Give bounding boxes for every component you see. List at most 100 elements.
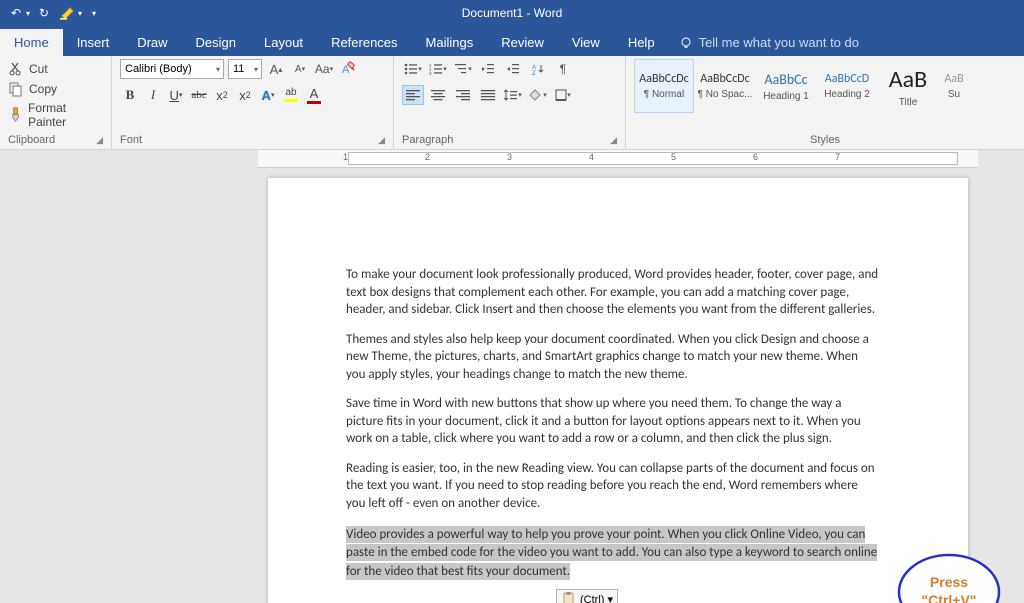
tell-me-search[interactable]: Tell me what you want to do — [669, 29, 869, 56]
svg-text:3: 3 — [429, 71, 432, 75]
font-size-select[interactable]: 11▾ — [228, 59, 262, 79]
ruler-tick: 3 — [507, 152, 512, 162]
numbering-button[interactable]: 123▾ — [427, 59, 449, 79]
align-center-button[interactable] — [427, 85, 449, 105]
highlighter-qat-icon[interactable] — [58, 3, 78, 23]
justify-button[interactable] — [477, 85, 499, 105]
tab-draw[interactable]: Draw — [123, 29, 181, 56]
page[interactable]: To make your document look professionall… — [268, 178, 968, 603]
paragraph-launcher[interactable]: ◢ — [610, 135, 617, 146]
change-case-button[interactable]: Aa▾ — [314, 59, 334, 79]
clipboard-launcher[interactable]: ◢ — [96, 135, 103, 146]
align-left-button[interactable] — [402, 85, 424, 105]
grow-font-button[interactable]: A▴ — [266, 59, 286, 79]
highlighter-dropdown[interactable]: ▾ — [78, 9, 82, 18]
tell-me-label: Tell me what you want to do — [699, 35, 859, 50]
bullets-button[interactable]: ▾ — [402, 59, 424, 79]
group-styles: AaBbCcDc¶ Normal AaBbCcDc¶ No Spac... Aa… — [626, 56, 1024, 149]
style-heading-2[interactable]: AaBbCcDHeading 2 — [817, 59, 877, 113]
paragraph-label: Paragraph — [402, 134, 453, 146]
undo-dropdown[interactable]: ▾ — [26, 9, 30, 18]
bold-button[interactable]: B — [120, 85, 140, 105]
tab-insert[interactable]: Insert — [63, 29, 124, 56]
brush-icon — [8, 107, 23, 123]
undo-button[interactable]: ↶ — [6, 3, 26, 23]
ruler-tick: 6 — [753, 152, 758, 162]
shading-button[interactable]: ▾ — [527, 85, 549, 105]
paragraph-1[interactable]: To make your document look professionall… — [346, 266, 880, 319]
paragraph-3[interactable]: Save time in Word with new buttons that … — [346, 395, 880, 448]
redo-button[interactable]: ↻ — [34, 3, 54, 23]
align-right-button[interactable] — [452, 85, 474, 105]
styles-label: Styles — [810, 134, 840, 146]
group-font: Calibri (Body)▾ 11▾ A▴ A▾ Aa▾ A B I U▾ a… — [112, 56, 394, 149]
superscript-button[interactable]: x2 — [235, 85, 255, 105]
style-title[interactable]: AaBTitle — [878, 59, 938, 113]
increase-indent-button[interactable] — [502, 59, 524, 79]
font-family-select[interactable]: Calibri (Body)▾ — [120, 59, 224, 79]
show-hide-button[interactable]: ¶ — [552, 59, 574, 79]
tab-review[interactable]: Review — [487, 29, 558, 56]
callout-line1: Press — [910, 574, 988, 592]
tab-layout[interactable]: Layout — [250, 29, 317, 56]
group-paragraph: ▾ 123▾ ▾ AZ ¶ ▾ ▾ ▾ Paragraph ◢ — [394, 56, 626, 149]
copy-icon — [8, 81, 24, 97]
strike-button[interactable]: abc — [189, 85, 209, 105]
sort-button[interactable]: AZ — [527, 59, 549, 79]
style-normal[interactable]: AaBbCcDc¶ Normal — [634, 59, 694, 113]
tab-mailings[interactable]: Mailings — [412, 29, 488, 56]
group-clipboard: Cut Copy Format Painter Clipboard ◢ — [0, 56, 112, 149]
scissors-icon — [8, 61, 24, 77]
paste-options-button[interactable]: (Ctrl) ▾ — [556, 589, 618, 603]
subscript-button[interactable]: x2 — [212, 85, 232, 105]
paste-icon — [561, 591, 577, 603]
copy-button[interactable]: Copy — [8, 79, 103, 99]
window-title: Document1 - Word — [462, 6, 562, 20]
quick-access-toolbar: ↶ ▾ ↻ ▾ ▾ — [0, 3, 96, 23]
underline-button[interactable]: U▾ — [166, 85, 186, 105]
callout-line2: "Ctrl+V" — [910, 592, 988, 603]
multilevel-button[interactable]: ▾ — [452, 59, 474, 79]
tab-design[interactable]: Design — [182, 29, 250, 56]
line-spacing-button[interactable]: ▾ — [502, 85, 524, 105]
qat-customize[interactable]: ▾ — [92, 9, 96, 18]
tab-references[interactable]: References — [317, 29, 411, 56]
text-effects-button[interactable]: A▾ — [258, 85, 278, 105]
style-no-spacing[interactable]: AaBbCcDc¶ No Spac... — [695, 59, 755, 113]
tell-me-icon — [679, 36, 693, 50]
tab-view[interactable]: View — [558, 29, 614, 56]
clear-format-button[interactable]: A — [338, 59, 358, 79]
font-color-button[interactable]: A — [304, 85, 324, 105]
styles-gallery: AaBbCcDc¶ Normal AaBbCcDc¶ No Spac... Aa… — [634, 59, 1016, 113]
paragraph-5-selected[interactable]: Video provides a powerful way to help yo… — [346, 526, 877, 580]
tab-home[interactable]: Home — [0, 29, 63, 56]
title-bar: ↶ ▾ ↻ ▾ ▾ Document1 - Word — [0, 0, 1024, 26]
decrease-indent-button[interactable] — [477, 59, 499, 79]
ribbon-tabs: Home Insert Draw Design Layout Reference… — [0, 26, 1024, 56]
instruction-callout: Press "Ctrl+V" — [884, 550, 1004, 603]
font-launcher[interactable]: ◢ — [378, 135, 385, 146]
tab-help[interactable]: Help — [614, 29, 669, 56]
document-area: 1 2 3 4 5 6 7 To make your document look profe… — [0, 150, 1024, 603]
ribbon: Cut Copy Format Painter Clipboard ◢ Calib… — [0, 56, 1024, 150]
style-heading-1[interactable]: AaBbCcHeading 1 — [756, 59, 816, 113]
ruler-tick: 2 — [425, 152, 430, 162]
italic-button[interactable]: I — [143, 85, 163, 105]
style-subtitle[interactable]: AaBSu — [939, 59, 969, 113]
highlight-color-button[interactable]: ab — [281, 85, 301, 105]
cut-button[interactable]: Cut — [8, 59, 103, 79]
format-painter-button[interactable]: Format Painter — [8, 99, 103, 131]
ruler[interactable]: 1 2 3 4 5 6 7 — [258, 150, 978, 168]
ruler-tick: 7 — [835, 152, 840, 162]
clipboard-label: Clipboard — [8, 134, 55, 146]
svg-text:Z: Z — [532, 71, 536, 75]
shrink-font-button[interactable]: A▾ — [290, 59, 310, 79]
borders-button[interactable]: ▾ — [552, 85, 574, 105]
paragraph-4[interactable]: Reading is easier, too, in the new Readi… — [346, 460, 880, 513]
font-label: Font — [120, 134, 142, 146]
ruler-tick: 1 — [343, 152, 348, 162]
ruler-tick: 4 — [589, 152, 594, 162]
paragraph-2[interactable]: Themes and styles also help keep your do… — [346, 331, 880, 384]
ruler-track — [348, 152, 958, 165]
ruler-tick: 5 — [671, 152, 676, 162]
